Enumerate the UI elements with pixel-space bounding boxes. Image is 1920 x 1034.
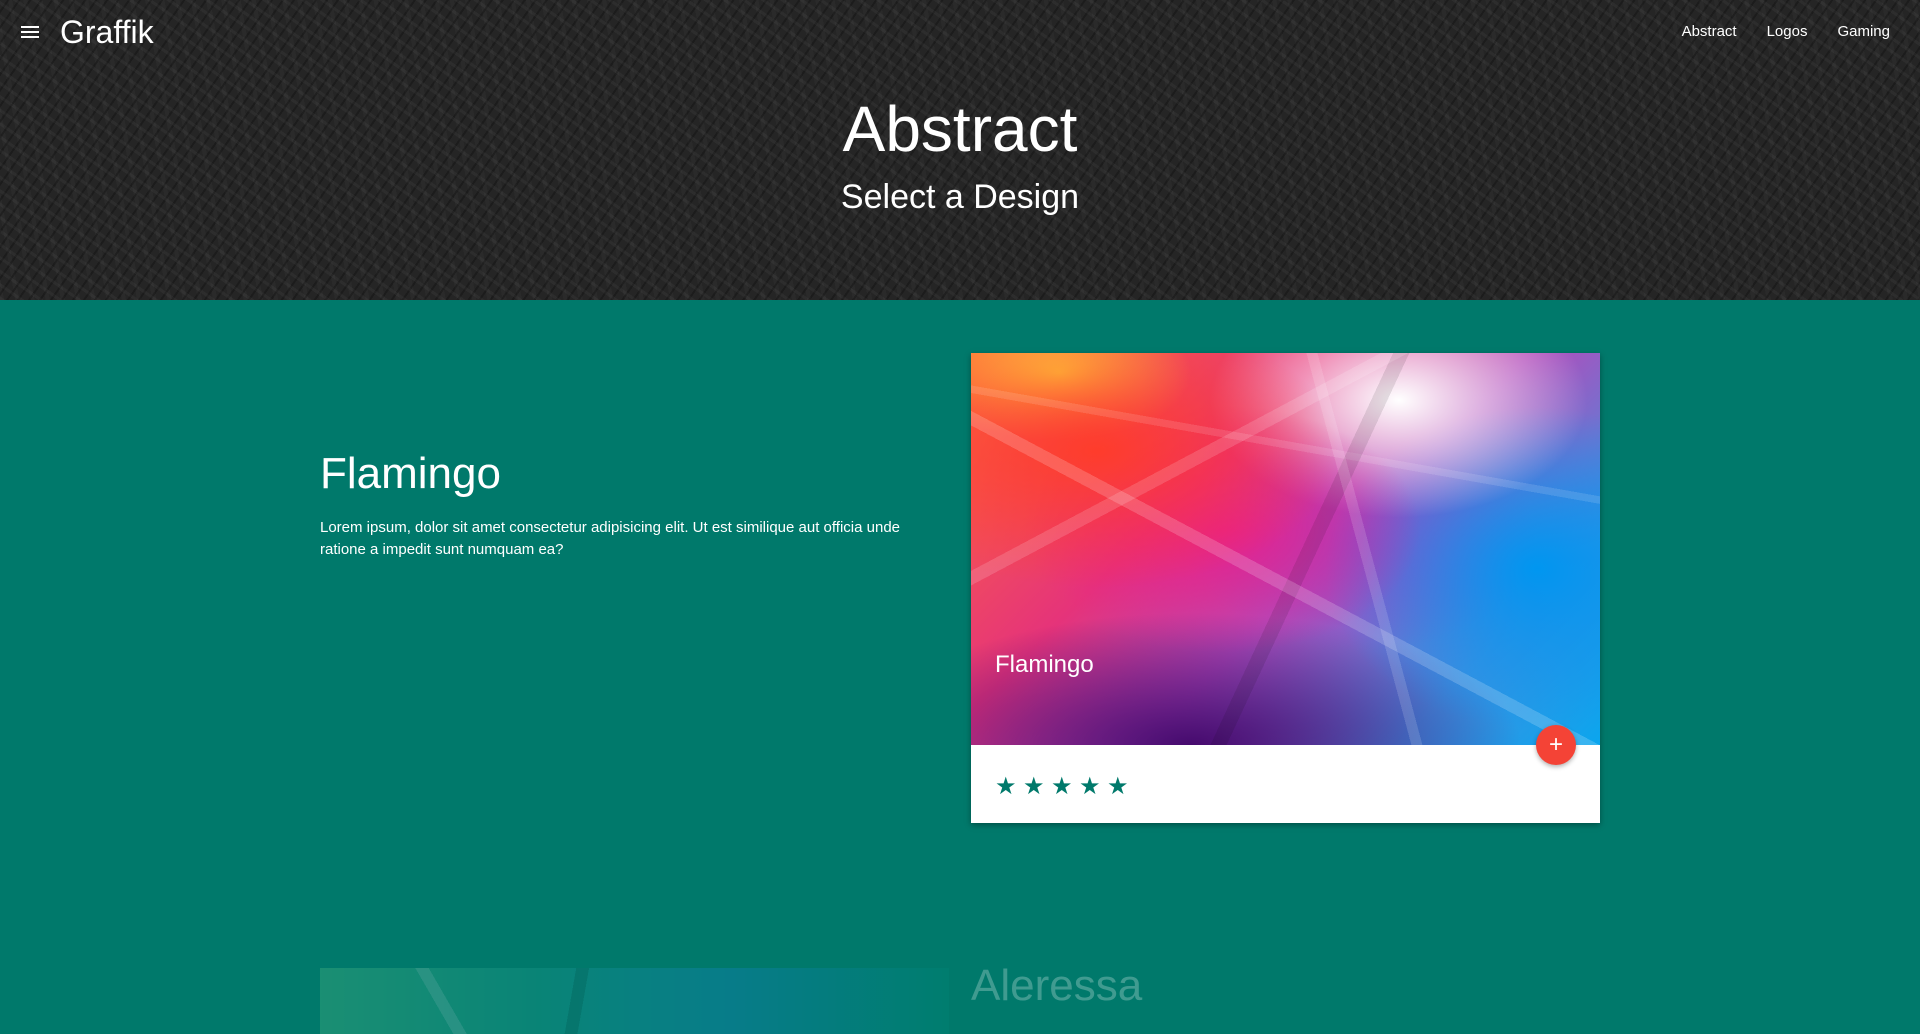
main-content: Flamingo Lorem ipsum, dolor sit amet con…: [0, 300, 1920, 1034]
star-rating: ★ ★ ★ ★ ★: [995, 775, 1129, 799]
nav-links: Abstract Logos Gaming: [1667, 20, 1905, 44]
nav-link-abstract[interactable]: Abstract: [1667, 20, 1752, 44]
card-title: Flamingo: [995, 651, 1094, 678]
plus-icon: +: [1548, 731, 1563, 758]
page-title: Abstract: [842, 93, 1078, 165]
add-button[interactable]: +: [1536, 725, 1576, 765]
star-icon[interactable]: ★: [1107, 775, 1129, 799]
star-icon[interactable]: ★: [1079, 775, 1101, 799]
next-design-title: Aleressa: [971, 961, 1143, 1010]
menu-icon[interactable]: [18, 21, 42, 43]
star-icon[interactable]: ★: [1023, 775, 1045, 799]
design-title: Flamingo: [320, 449, 501, 498]
header: Graffik Abstract Logos Gaming Abstract S…: [0, 0, 1920, 300]
nav-link-gaming[interactable]: Gaming: [1822, 20, 1905, 44]
next-design-image: [320, 968, 949, 1034]
star-icon[interactable]: ★: [1051, 775, 1073, 799]
navbar: Graffik Abstract Logos Gaming: [0, 0, 1920, 64]
nav-link-logos[interactable]: Logos: [1752, 20, 1823, 44]
brand-logo[interactable]: Graffik: [60, 12, 154, 52]
page-subtitle: Select a Design: [840, 178, 1080, 216]
design-description: Lorem ipsum, dolor sit amet consectetur …: [320, 519, 900, 558]
star-icon[interactable]: ★: [995, 775, 1017, 799]
design-card: Flamingo + ★ ★ ★ ★ ★: [971, 353, 1600, 823]
card-image: Flamingo: [971, 353, 1600, 745]
